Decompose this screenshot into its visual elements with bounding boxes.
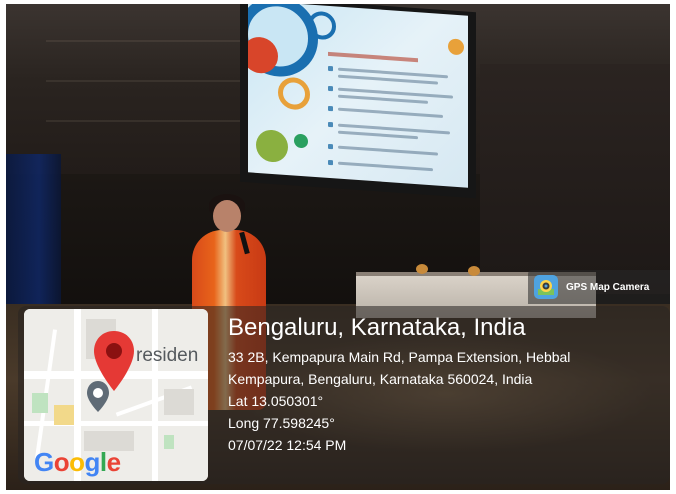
google-logo-letter: g xyxy=(84,447,101,477)
map-thumbnail: residen Google xyxy=(24,309,208,481)
gps-app-label: GPS Map Camera xyxy=(566,281,650,293)
location-title: Bengaluru, Karnataka, India xyxy=(228,314,526,341)
gps-app-badge: GPS Map Camera xyxy=(528,270,670,304)
speaker-head xyxy=(213,200,241,232)
latitude: Lat 13.050301° xyxy=(228,393,324,409)
address-line-1: 33 2B, Kempapura Main Rd, Pampa Extensio… xyxy=(228,349,571,365)
google-logo: Google xyxy=(34,447,121,478)
timestamp: 07/07/22 12:54 PM xyxy=(228,437,347,453)
hall-side-wall xyxy=(480,64,670,294)
map-place-label: residen xyxy=(136,345,199,366)
photo-frame: GPS Map Camera residen Google Bengaluru,… xyxy=(6,4,670,490)
google-logo-letter: G xyxy=(34,447,54,477)
google-logo-letter: o xyxy=(53,447,70,477)
address-line-2: Kempapura, Bengaluru, Karnataka 560024, … xyxy=(228,371,533,387)
location-pin-icon xyxy=(94,331,134,391)
flower-decoration xyxy=(468,266,480,276)
presentation-slide xyxy=(248,4,468,188)
google-logo-letter: l xyxy=(99,447,107,477)
flower-decoration xyxy=(416,264,428,274)
address-block: Bengaluru, Karnataka, India 33 2B, Kempa… xyxy=(228,314,570,456)
projector-screen xyxy=(240,4,476,199)
google-logo-letter: e xyxy=(106,447,121,477)
longitude: Long 77.598245° xyxy=(228,415,335,431)
google-logo-letter: o xyxy=(69,447,85,477)
location-info-panel: residen Google Bengaluru, Karnataka, Ind… xyxy=(18,306,670,484)
gps-camera-icon xyxy=(534,275,558,299)
